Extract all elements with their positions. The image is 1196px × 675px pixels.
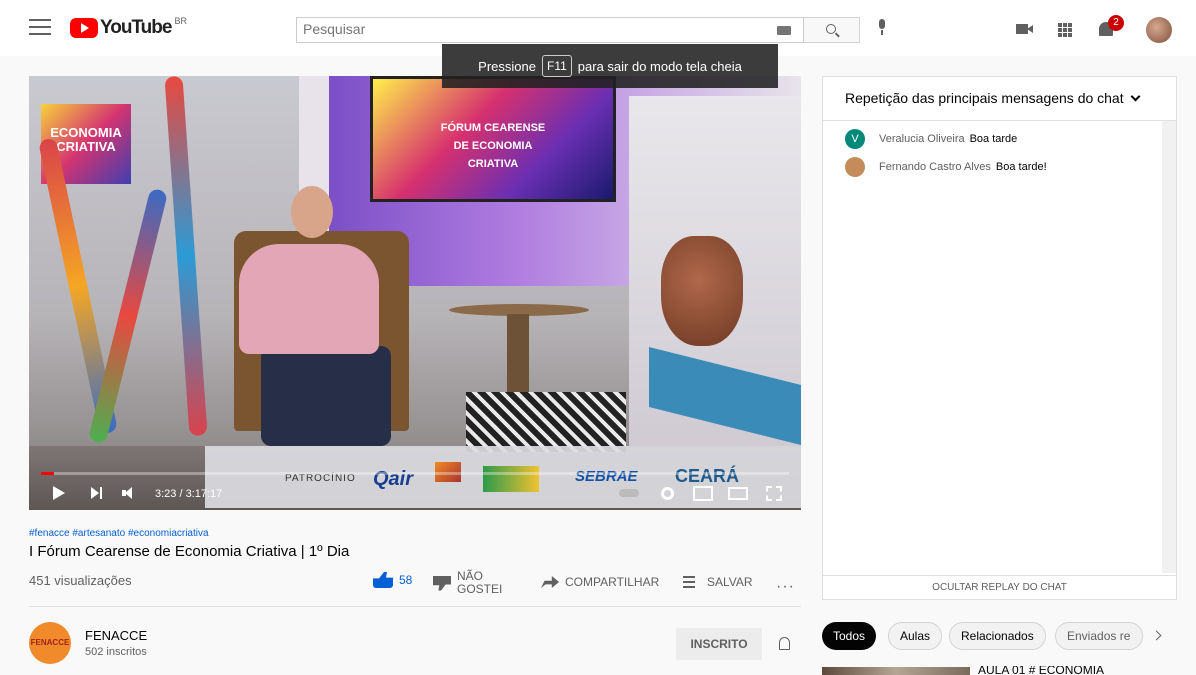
like-count: 58 — [399, 573, 413, 587]
play-logo-icon — [70, 18, 98, 38]
subscribed-button[interactable]: INSCRITO — [676, 628, 762, 660]
chat-text: Boa tarde! — [995, 161, 1047, 173]
logo-text: YouTube — [100, 17, 172, 38]
search-button[interactable] — [804, 17, 860, 43]
toast-prefix: Pressione — [478, 58, 536, 74]
fullscreen-toast: Pressione F11 para sair do modo tela che… — [442, 44, 778, 88]
toast-suffix: para sair do modo tela cheia — [577, 58, 742, 74]
youtube-logo[interactable]: YouTube BR — [70, 16, 187, 38]
theater-mode-icon[interactable] — [728, 487, 748, 500]
chat-author[interactable]: Veralucia Oliveira — [879, 133, 965, 145]
chip-aulas[interactable]: Aulas — [888, 622, 943, 650]
chat-author[interactable]: Fernando Castro Alves — [879, 161, 991, 173]
chip-enviados[interactable]: Enviados re — [1055, 622, 1143, 650]
like-button[interactable]: 58 — [373, 572, 412, 588]
filter-chips: Todos Aulas Relacionados Enviados re — [822, 622, 1196, 650]
dislike-label-2: GOSTEI — [457, 582, 503, 596]
speaker — [239, 244, 379, 354]
thumbs-down-icon — [433, 575, 451, 591]
toast-key: F11 — [541, 55, 572, 77]
thumbs-up-icon — [373, 572, 393, 588]
progress-bar[interactable] — [41, 472, 789, 475]
divider — [29, 606, 801, 607]
chip-todos[interactable]: Todos — [822, 622, 877, 650]
apps-grid-icon[interactable] — [1058, 23, 1072, 37]
search-box[interactable]: Pesquisar — [296, 17, 804, 43]
subscriber-count: 502 inscritos — [85, 646, 147, 658]
volume-icon[interactable] — [122, 487, 134, 499]
player-controls: 3:23 / 3:17:17 — [29, 479, 801, 505]
chip-relacionados[interactable]: Relacionados — [949, 622, 1046, 650]
recommendation-thumbnail[interactable] — [822, 667, 970, 675]
menu-icon[interactable] — [29, 19, 51, 37]
notification-badge: 2 — [1108, 15, 1124, 31]
more-actions-icon[interactable]: ··· — [776, 578, 795, 596]
playlist-add-icon — [683, 576, 701, 588]
view-count: 451 visualizações — [29, 573, 132, 588]
chat-header[interactable]: Repetição das principais mensagens do ch… — [823, 77, 1176, 121]
chat-scrollbar[interactable] — [1162, 121, 1176, 573]
hashtags[interactable]: #fenacce #artesanato #economiacriativa — [29, 528, 209, 539]
save-label: SALVAR — [707, 575, 753, 589]
create-video-icon[interactable] — [1016, 24, 1033, 34]
hide-chat-replay-button[interactable]: OCULTAR REPLAY DO CHAT — [823, 575, 1176, 599]
chat-replay-panel: Repetição das principais mensagens do ch… — [822, 76, 1177, 600]
studio-screen: FÓRUM CEARENSE DE ECONOMIA CRIATIVA — [370, 76, 616, 202]
channel-name[interactable]: FENACCE — [85, 628, 147, 643]
autoplay-toggle[interactable] — [619, 489, 639, 497]
channel-bell-icon[interactable] — [779, 637, 790, 650]
chat-text: Boa tarde — [969, 133, 1018, 145]
share-icon — [541, 576, 559, 588]
vase — [661, 236, 743, 346]
chat-message: Fernando Castro Alves Boa tarde! — [845, 157, 1047, 177]
channel-avatar[interactable]: FENACCE — [29, 622, 71, 664]
search-input[interactable]: Pesquisar — [303, 21, 365, 37]
settings-icon[interactable] — [661, 487, 674, 500]
chevron-down-icon — [1130, 91, 1141, 102]
dislike-button[interactable]: NÃO GOSTEI — [433, 570, 502, 596]
microphone-icon[interactable] — [877, 19, 887, 35]
play-icon[interactable] — [53, 486, 65, 500]
progress-fill — [41, 472, 54, 475]
miniplayer-icon[interactable] — [693, 486, 713, 501]
share-label: COMPARTILHAR — [565, 575, 660, 589]
time-display: 3:23 / 3:17:17 — [155, 488, 223, 500]
chat-header-title: Repetição das principais mensagens do ch… — [845, 90, 1124, 106]
chat-message: V Veralucia Oliveira Boa tarde — [845, 129, 1017, 149]
keyboard-icon[interactable] — [777, 26, 791, 35]
fullscreen-icon[interactable] — [766, 486, 782, 501]
share-button[interactable]: COMPARTILHAR — [541, 575, 659, 589]
search-icon — [826, 24, 836, 34]
chat-author-avatar: V — [845, 129, 865, 149]
screen-text: FÓRUM CEARENSE DE ECONOMIA CRIATIVA — [440, 122, 546, 170]
save-button[interactable]: SALVAR — [683, 575, 753, 589]
chat-author-avatar — [845, 157, 865, 177]
video-player[interactable]: FÓRUM CEARENSE DE ECONOMIA CRIATIVA ECON… — [29, 76, 801, 510]
logo-region: BR — [174, 16, 187, 26]
video-actions: 58 NÃO GOSTEI COMPARTILHAR SALVAR ··· — [373, 570, 801, 598]
user-avatar[interactable] — [1146, 17, 1172, 43]
recommendation-title[interactable]: AULA 01 # ECONOMIA — [978, 666, 1104, 675]
next-icon[interactable] — [91, 487, 103, 499]
overlay-logo-text: ECONOMIA CRIATIVA — [50, 125, 122, 154]
video-title: I Fórum Cearense de Economia Criativa | … — [29, 543, 350, 560]
